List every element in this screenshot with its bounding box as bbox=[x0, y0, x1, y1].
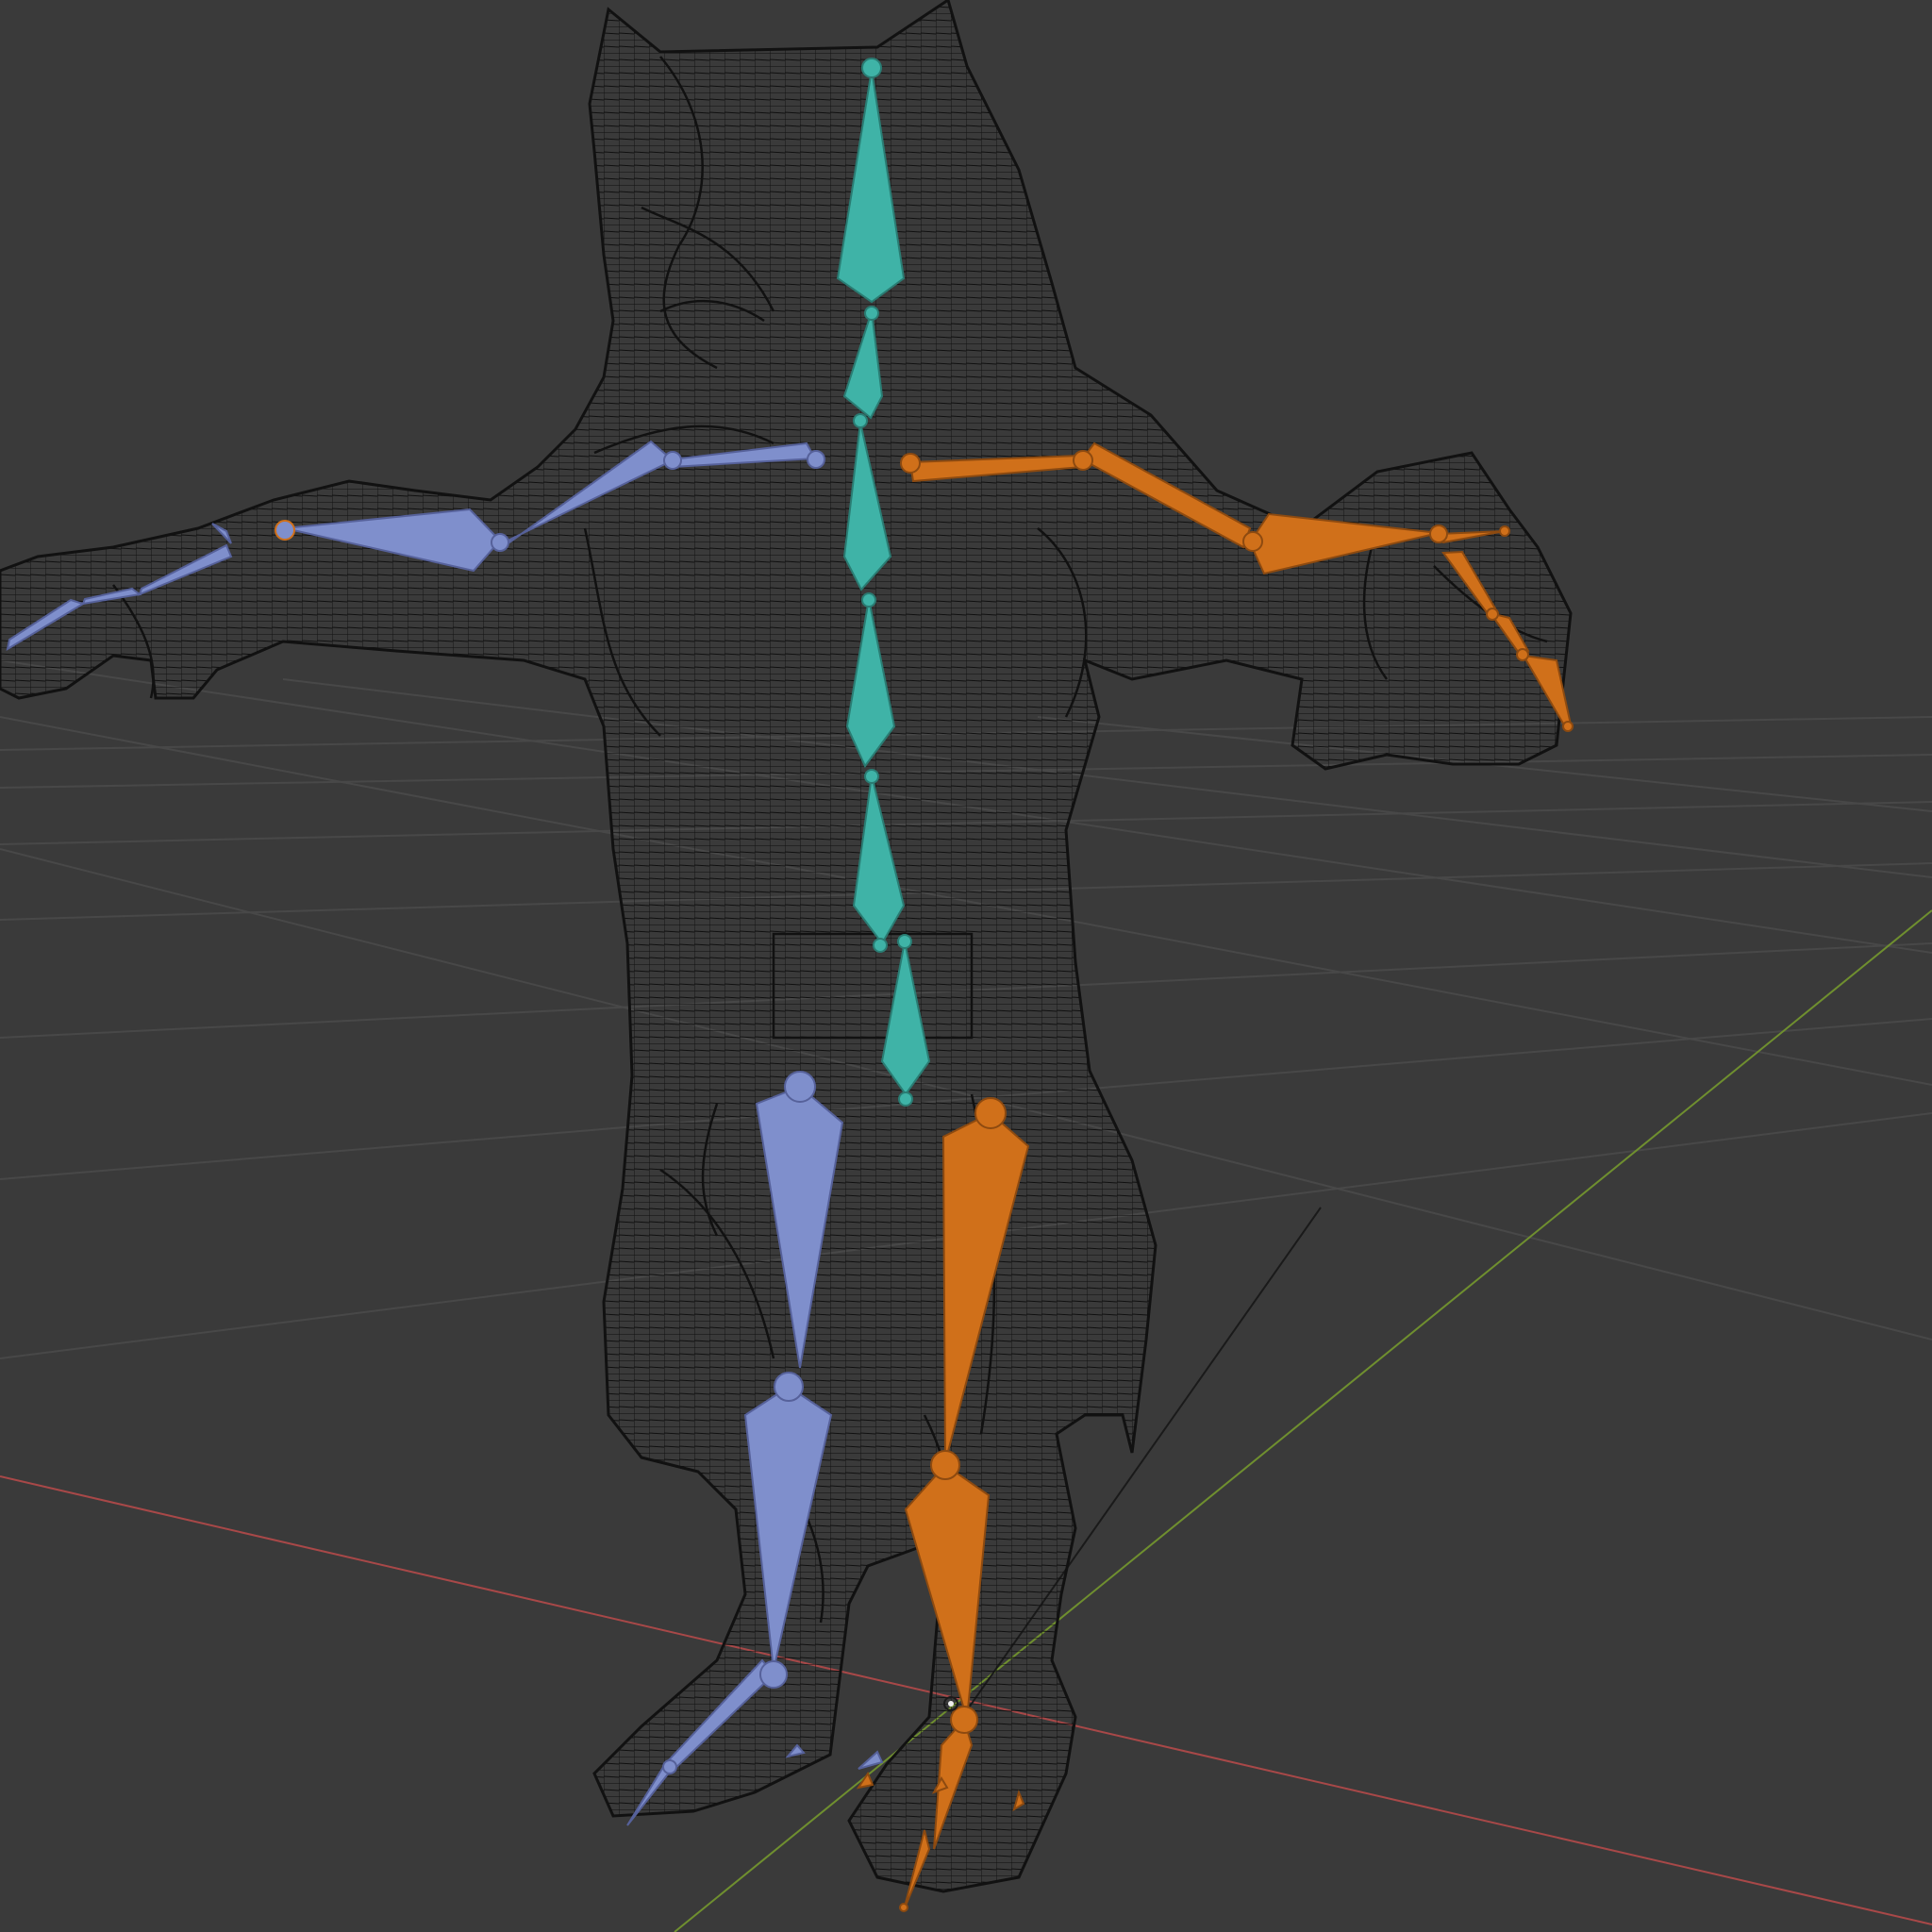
viewport-scene[interactable] bbox=[0, 0, 1932, 1932]
3d-viewport[interactable] bbox=[0, 0, 1932, 1932]
